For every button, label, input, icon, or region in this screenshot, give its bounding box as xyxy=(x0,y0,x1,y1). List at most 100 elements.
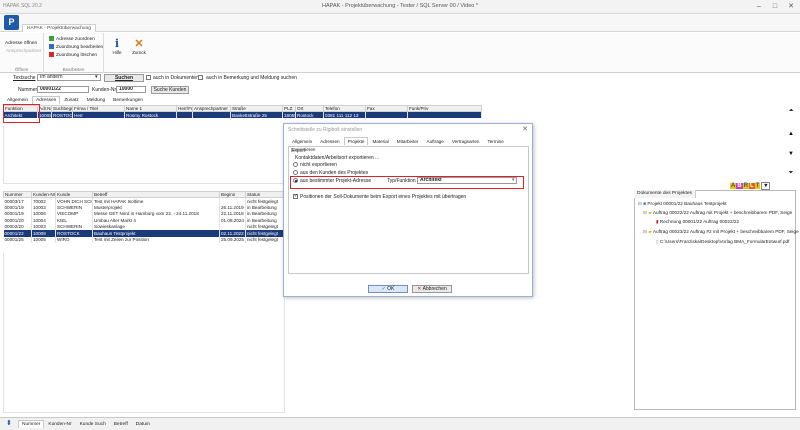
zuordnung-loeschen-button[interactable]: Zuordnung löschen xyxy=(49,52,97,58)
tree-root[interactable]: ⊟ ■ Projekt 00001/22 Bauhaus Testprojekt xyxy=(638,201,727,207)
tree-node-auftrag-1[interactable]: ⊟ ▰ Auftrag 00022/22 Auftrag mit Projekt… xyxy=(643,210,792,216)
tree-node-auftrag-2[interactable]: ⊟ ▰ Auftrag 00023/22 Auftrag #2 mit Proj… xyxy=(643,229,799,235)
table-cell: nicht festgelegt xyxy=(245,236,286,243)
table-row[interactable]: Architekt 10008 ROSTOCK Herr Rosmy Rosto… xyxy=(3,111,482,118)
ribbon: Adresse öffnen Ansprechpartner Öffnen Ad… xyxy=(0,33,800,73)
app-menu-button[interactable]: P xyxy=(4,15,19,30)
tab-bemerkungen[interactable]: Bemerkungen xyxy=(109,96,147,104)
column-header[interactable]: Herr/Frau xyxy=(176,105,193,112)
textsuche-label: Textsuche xyxy=(13,75,36,81)
dialog-tab[interactable]: Allgemein xyxy=(288,137,316,145)
project-grid-empty-area xyxy=(3,253,285,413)
kunden-nr-label: Kunden-Nr. xyxy=(92,87,118,93)
bottom-tab-bar: ⬍ Nummer Kunden-Nr Kunde Such Betreff Datum xyxy=(0,417,800,430)
group-offnen: Adresse öffnen Ansprechpartner Öffnen xyxy=(0,33,44,73)
adresse-zuordnen-label: Adresse zuordnen xyxy=(56,36,95,42)
tab-kunde-such[interactable]: Kunde Such xyxy=(76,420,110,428)
bottom-tabs: Nummer Kunden-Nr Kunde Such Betreff Datum xyxy=(18,420,154,428)
column-header[interactable]: Kunden-Nr xyxy=(31,191,56,198)
dialog-tab[interactable]: Adressen xyxy=(316,137,343,145)
move-top-icon[interactable]: ⏶ xyxy=(787,108,795,115)
format-t-icon[interactable]: T xyxy=(754,183,761,189)
address-grid: Funktion Adr.Nr Suchbegriff Firma / Tite… xyxy=(3,105,482,118)
check-icon: ✓ xyxy=(294,193,299,199)
table-cell: 26.11.2019 xyxy=(219,204,246,211)
table-cell: 18055 xyxy=(282,111,296,118)
table-cell: 02.11.2022 xyxy=(219,230,246,237)
address-grid-header: Funktion Adr.Nr Suchbegriff Firma / Tite… xyxy=(3,105,482,112)
radio-kunden-projekt[interactable] xyxy=(293,170,298,175)
column-header[interactable]: Suchbegriff xyxy=(51,105,73,112)
group-label-offnen: Öffnen xyxy=(14,67,29,72)
title-bar: HAPAK SQL 20.2 HAPAK - Projektüberwachun… xyxy=(0,0,800,14)
back-x-icon: ✕ xyxy=(134,38,144,50)
tree-node-file[interactable]: ▯ C:\Users\Franziska\Desktop\Vorlag BMA_… xyxy=(656,239,789,245)
tab-adressen[interactable]: Adressen xyxy=(32,96,61,104)
dokumente-checkbox[interactable] xyxy=(146,75,151,80)
table-cell: 25.09.2025 xyxy=(219,236,246,243)
tab-allgemein[interactable]: Allgemein xyxy=(3,96,32,104)
collapse-icon[interactable]: ⊟ xyxy=(643,229,647,234)
format-b-icon[interactable]: B xyxy=(736,183,743,189)
nummer-field[interactable]: 00001/22 xyxy=(37,86,89,93)
ansprechpartner-button[interactable]: Ansprechpartner xyxy=(6,49,41,54)
suche-kunden-button[interactable]: Suche Kunden xyxy=(151,86,189,94)
move-up-icon[interactable]: ▲ xyxy=(787,131,795,137)
dialog-tab[interactable]: Material xyxy=(368,137,392,145)
kunden-nr-field[interactable]: 10000 xyxy=(116,86,146,93)
adresse-oeffnen-button[interactable]: Adresse öffnen xyxy=(5,41,37,46)
textsuche-select[interactable]: Im ändern xyxy=(37,74,101,81)
bemerkung-checkbox[interactable] xyxy=(198,75,203,80)
adresse-zuordnen-button[interactable]: Adresse zuordnen xyxy=(49,36,95,42)
column-header[interactable]: Ansprechpartner xyxy=(192,105,231,112)
cancel-icon: ✕ xyxy=(417,286,422,292)
tab-datum[interactable]: Datum xyxy=(132,420,154,428)
delete-icon xyxy=(49,52,54,57)
sort-icon[interactable]: ⬍ xyxy=(6,419,12,427)
format-l-icon[interactable]: L xyxy=(749,183,755,189)
close-icon[interactable]: ✕ xyxy=(784,2,798,12)
add-icon xyxy=(49,36,54,41)
dialog-tab[interactable]: Aufträge xyxy=(423,137,448,145)
suchen-button[interactable]: Suchen xyxy=(104,74,144,82)
abbrechen-button[interactable]: ✕ Abbrechen xyxy=(412,285,452,293)
tab-dokumente[interactable]: Dokumente des Projektes xyxy=(634,190,696,198)
ok-button[interactable]: ✓ OK xyxy=(368,285,408,293)
move-down-icon[interactable]: ▼ xyxy=(787,151,795,157)
tab-zusatz[interactable]: Zusatz xyxy=(60,96,82,104)
table-cell: Bankettstraße 25 xyxy=(230,111,283,118)
zuordnung-bearbeiten-button[interactable]: Zuordnung bearbeiten xyxy=(49,44,103,50)
tab-betreff[interactable]: Betreff xyxy=(110,420,132,428)
project-grid: Nummer Kunden-Nr Kunde Betreff Beginn St… xyxy=(3,191,286,243)
table-cell: VOHN DICH SCHI xyxy=(55,197,93,204)
ribbon-tab-row xyxy=(0,14,800,32)
positionen-checkbox[interactable]: ✓ xyxy=(293,193,299,199)
dialog-tab[interactable]: Termine xyxy=(483,137,507,145)
dialog-tab[interactable]: Vertragsarten xyxy=(448,137,484,145)
dialog-tab[interactable]: Mitarbeiter xyxy=(393,137,423,145)
hilfe-button[interactable]: i Hilfe xyxy=(108,37,126,55)
collapse-icon[interactable]: ⊟ xyxy=(643,210,647,215)
maximize-icon[interactable]: □ xyxy=(768,2,782,12)
tab-nummer[interactable]: Nummer xyxy=(18,420,45,428)
upper-tabs: Allgemein Adressen Zusatz Meldung Bemerkunge… xyxy=(3,96,147,104)
chevron-down-icon[interactable]: ▾ xyxy=(95,74,98,80)
collapse-icon[interactable]: ⊟ xyxy=(638,201,642,206)
tab-kunden-nr[interactable]: Kunden-Nr xyxy=(44,420,75,428)
table-cell: Rostock xyxy=(295,111,324,118)
group-label-bearbeiten: Bearbeiten xyxy=(62,67,85,72)
tab-meldung[interactable]: Meldung xyxy=(83,96,109,104)
document-tab[interactable]: HAPAK - Projektüberwachung xyxy=(22,24,96,32)
move-bottom-icon[interactable]: ⏷ xyxy=(787,170,795,177)
toolbar-dropdown-icon[interactable]: ▾ xyxy=(761,182,771,190)
table-cell: ROSTOCK xyxy=(51,111,73,118)
dialog-tab-active[interactable]: Projekte xyxy=(343,137,369,145)
radio-nicht-exportieren[interactable] xyxy=(293,162,298,167)
table-row[interactable]: 00001/25 10005 WIRO Test mit Zeilen zur Pos… xyxy=(3,236,286,243)
minimize-icon[interactable]: – xyxy=(752,2,766,12)
tree-node-rechnung[interactable]: ▮ Rechnung 00001/22 Auftrag 00022/22 xyxy=(656,219,739,225)
zurueck-button[interactable]: ✕ Zurück xyxy=(130,37,148,55)
bemerkung-label: auch in Bemerkung und Meldung suchen xyxy=(206,75,297,81)
dialog-close-icon[interactable]: ✕ xyxy=(522,125,528,133)
tree-node-label: Auftrag 00022/22 Auftrag mit Projekt + b… xyxy=(652,210,793,215)
